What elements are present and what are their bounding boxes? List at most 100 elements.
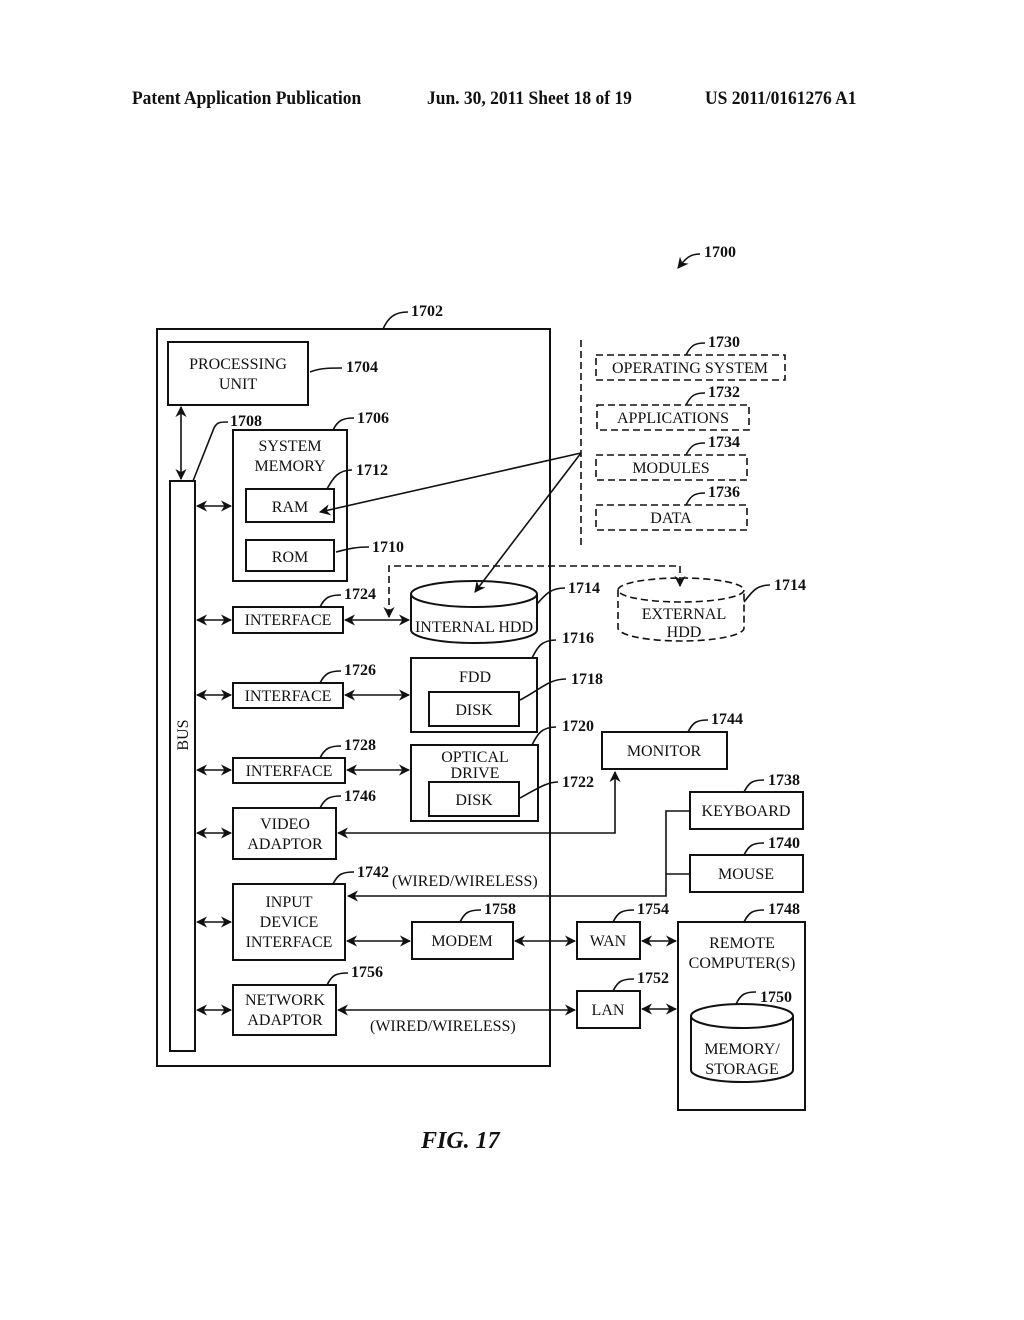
external-hdd-label-1: EXTERNAL — [642, 606, 726, 623]
optical-drive-leader — [531, 726, 557, 746]
lan-leader — [612, 978, 635, 992]
processing-unit-ref: 1704 — [346, 359, 378, 376]
monitor-label: MONITOR — [627, 743, 702, 760]
ram-leader — [326, 469, 353, 490]
interface-1728-label: INTERFACE — [246, 763, 333, 780]
optical-disk-ref: 1722 — [562, 774, 594, 791]
external-hdd-ref: 1714 — [774, 577, 806, 594]
input-device-interface-label-1: INPUT — [265, 894, 312, 911]
video-adaptor-label-1: VIDEO — [260, 816, 310, 833]
wired-wireless-network-label: (WIRED/WIRELESS) — [370, 1018, 516, 1035]
interface-1726-label: INTERFACE — [245, 688, 332, 705]
external-hdd-label-2: HDD — [667, 624, 702, 641]
network-adaptor-label-2: ADAPTOR — [247, 1012, 323, 1029]
system-ref-1700: 1700 — [677, 244, 736, 269]
rom-leader — [335, 546, 370, 553]
input-device-interface-leader — [332, 871, 355, 885]
memory-storage-ref: 1750 — [760, 989, 792, 1006]
modules-leader — [685, 442, 706, 456]
system-ref-label: 1700 — [704, 244, 736, 261]
optical-drive-label-1: OPTICAL — [441, 749, 509, 766]
input-device-interface-label-2: DEVICE — [260, 914, 319, 931]
remote-computers-label-2: COMPUTER(S) — [689, 955, 796, 972]
keyboard-ref: 1738 — [768, 772, 800, 789]
fdd-disk-ref: 1718 — [571, 671, 603, 688]
processing-unit-label-1: PROCESSING — [189, 356, 287, 373]
figure-caption: FIG. 17 — [420, 1128, 501, 1154]
wan-label: WAN — [590, 933, 627, 950]
modem-label: MODEM — [431, 933, 492, 950]
wired-wireless-input-label: (WIRED/WIRELESS) — [392, 873, 538, 890]
processing-unit-label-2: UNIT — [219, 376, 257, 393]
fdd-disk-leader — [519, 678, 567, 701]
memory-storage-cylinder-top — [690, 1003, 794, 1029]
computer-ref-label: 1702 — [411, 303, 443, 320]
mouse-label: MOUSE — [718, 866, 774, 883]
input-device-interface-ref: 1742 — [357, 864, 389, 881]
system-memory-label-2: MEMORY — [254, 458, 326, 475]
optical-drive-label-2: DRIVE — [451, 765, 500, 782]
remote-computers-ref: 1748 — [768, 901, 800, 918]
optical-disk-label: DISK — [455, 792, 493, 809]
system-ref-arrow — [677, 253, 701, 269]
bus-box — [169, 480, 196, 1052]
system-memory-block: SYSTEM MEMORY 1706 RAM 1712 ROM 1710 — [195, 410, 404, 582]
data-ref: 1736 — [708, 484, 740, 501]
system-memory-ref: 1706 — [357, 410, 389, 427]
fdd-disk-label: DISK — [455, 702, 493, 719]
modem-ref: 1758 — [484, 901, 516, 918]
memory-storage-leader — [735, 991, 757, 1005]
interface-1728-leader — [319, 745, 342, 759]
memory-storage-label-1: MEMORY/ — [704, 1041, 780, 1058]
external-hdd-leader — [743, 584, 771, 603]
data-leader — [685, 492, 706, 506]
fdd-leader — [531, 639, 557, 659]
system-memory-leader — [332, 417, 355, 431]
operating-system-label: OPERATING SYSTEM — [612, 360, 768, 377]
bus-ref: 1708 — [230, 413, 262, 430]
monitor-ref: 1744 — [711, 711, 743, 728]
fdd-ref: 1716 — [562, 630, 594, 647]
bus-label: BUS — [175, 719, 192, 750]
lan-ref: 1752 — [637, 970, 669, 987]
fdd-interface-block: INTERFACE 1726 FDD 1716 DISK 1718 — [195, 630, 603, 733]
hdd-interface-block: INTERFACE 1724 INTERNAL HDD 1714 — [195, 565, 686, 644]
applications-leader — [685, 392, 706, 406]
keyboard-label: KEYBOARD — [702, 803, 791, 820]
computer-box — [156, 328, 551, 1067]
network-adaptor-leader — [326, 972, 349, 986]
ram-ref: 1712 — [356, 462, 388, 479]
operating-system-leader — [685, 342, 706, 356]
internal-hdd-label: INTERNAL HDD — [415, 619, 533, 636]
applications-ref: 1732 — [708, 384, 740, 401]
wan-leader — [612, 909, 635, 923]
interface-1728-ref: 1728 — [344, 737, 376, 754]
network-block: NETWORK ADAPTOR 1756 (WIRED/WIRELESS) LA… — [195, 964, 678, 1036]
fdd-label: FDD — [459, 669, 491, 686]
processing-unit-block: PROCESSING UNIT 1704 — [167, 341, 378, 406]
monitor-leader — [687, 719, 709, 733]
internal-hdd-cylinder-top — [410, 580, 538, 608]
computer-leader — [382, 311, 409, 330]
optical-interface-block: INTERFACE 1728 OPTICAL DRIVE 1720 DISK 1… — [195, 718, 594, 822]
bus-block: BUS 1708 — [169, 405, 262, 1052]
video-adaptor-ref: 1746 — [344, 788, 376, 805]
video-block: VIDEO ADAPTOR 1746 MONITOR 1744 — [195, 711, 743, 860]
external-hdd-cylinder-top — [617, 577, 745, 603]
ram-label: RAM — [272, 499, 308, 516]
remote-computers-leader — [743, 909, 765, 923]
memory-storage-label-2: STORAGE — [705, 1061, 779, 1078]
rom-ref: 1710 — [372, 539, 404, 556]
network-adaptor-ref: 1756 — [351, 964, 383, 981]
interface-1724-ref: 1724 — [344, 586, 376, 603]
interface-1724-leader — [319, 594, 342, 608]
keyboard-leader — [743, 779, 765, 793]
interface-1724-label: INTERFACE — [245, 612, 332, 629]
applications-label: APPLICATIONS — [617, 410, 729, 427]
modem-leader — [459, 909, 482, 923]
mouse-ref: 1740 — [768, 835, 800, 852]
interface-1726-leader — [319, 670, 342, 684]
video-adaptor-leader — [319, 795, 342, 809]
operating-system-ref: 1730 — [708, 334, 740, 351]
system-memory-label-1: SYSTEM — [258, 438, 321, 455]
